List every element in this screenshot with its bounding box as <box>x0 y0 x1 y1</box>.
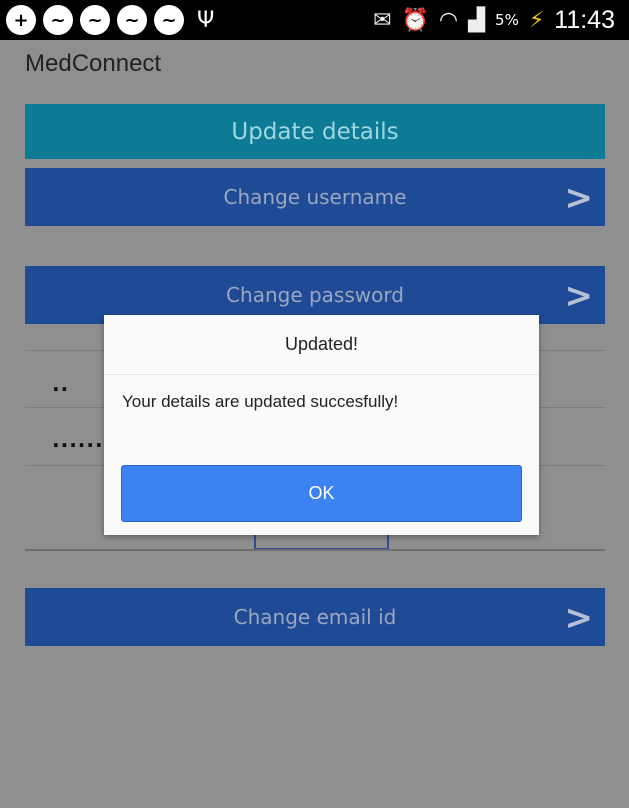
nfc-icon: ✉ <box>373 7 392 33</box>
usb-icon: Ψ <box>197 7 215 33</box>
dialog-title: Updated! <box>104 315 539 375</box>
change-username-label: Change username <box>223 185 407 209</box>
chat-icon: ~ <box>117 5 147 35</box>
add-icon: + <box>6 5 36 35</box>
chat-icon: ~ <box>43 5 73 35</box>
notification-icons: + ~ ~ ~ ~ Ψ <box>6 0 214 40</box>
chevron-right-icon: > <box>564 598 594 638</box>
change-email-label: Change email id <box>233 605 397 629</box>
chevron-right-icon: > <box>564 178 594 218</box>
battery-percent: 5% <box>495 11 519 29</box>
chevron-right-icon: > <box>564 276 594 316</box>
chat-icon: ~ <box>154 5 184 35</box>
app-bar: MedConnect <box>0 40 629 98</box>
chat-icon: ~ <box>80 5 110 35</box>
section-divider <box>25 549 605 551</box>
battery-charging-icon: ⚡ <box>528 7 545 33</box>
ok-button-label: OK <box>308 483 335 503</box>
status-bar: + ~ ~ ~ ~ Ψ ✉ ⏰ ◠ ▟ 5% ⚡ 11:43 <box>0 0 629 40</box>
wifi-icon: ◠ <box>438 7 459 33</box>
alarm-icon: ⏰ <box>401 7 429 33</box>
signal-icon: ▟ <box>468 7 486 33</box>
updated-dialog: Updated! Your details are updated succes… <box>104 315 539 535</box>
page-header: Update details <box>25 104 605 159</box>
clock: 11:43 <box>554 5 615 34</box>
ok-button[interactable]: OK <box>121 465 522 522</box>
change-password-label: Change password <box>226 283 404 307</box>
change-email-button[interactable]: Change email id > <box>25 588 605 646</box>
app-title: MedConnect <box>25 50 162 77</box>
system-icons: ✉ ⏰ ◠ ▟ 5% ⚡ 11:43 <box>373 0 615 40</box>
old-password-field[interactable]: .. <box>52 372 69 396</box>
page-title: Update details <box>231 118 399 145</box>
dialog-message: Your details are updated succesfully! <box>122 392 399 411</box>
change-username-button[interactable]: Change username > <box>25 168 605 226</box>
